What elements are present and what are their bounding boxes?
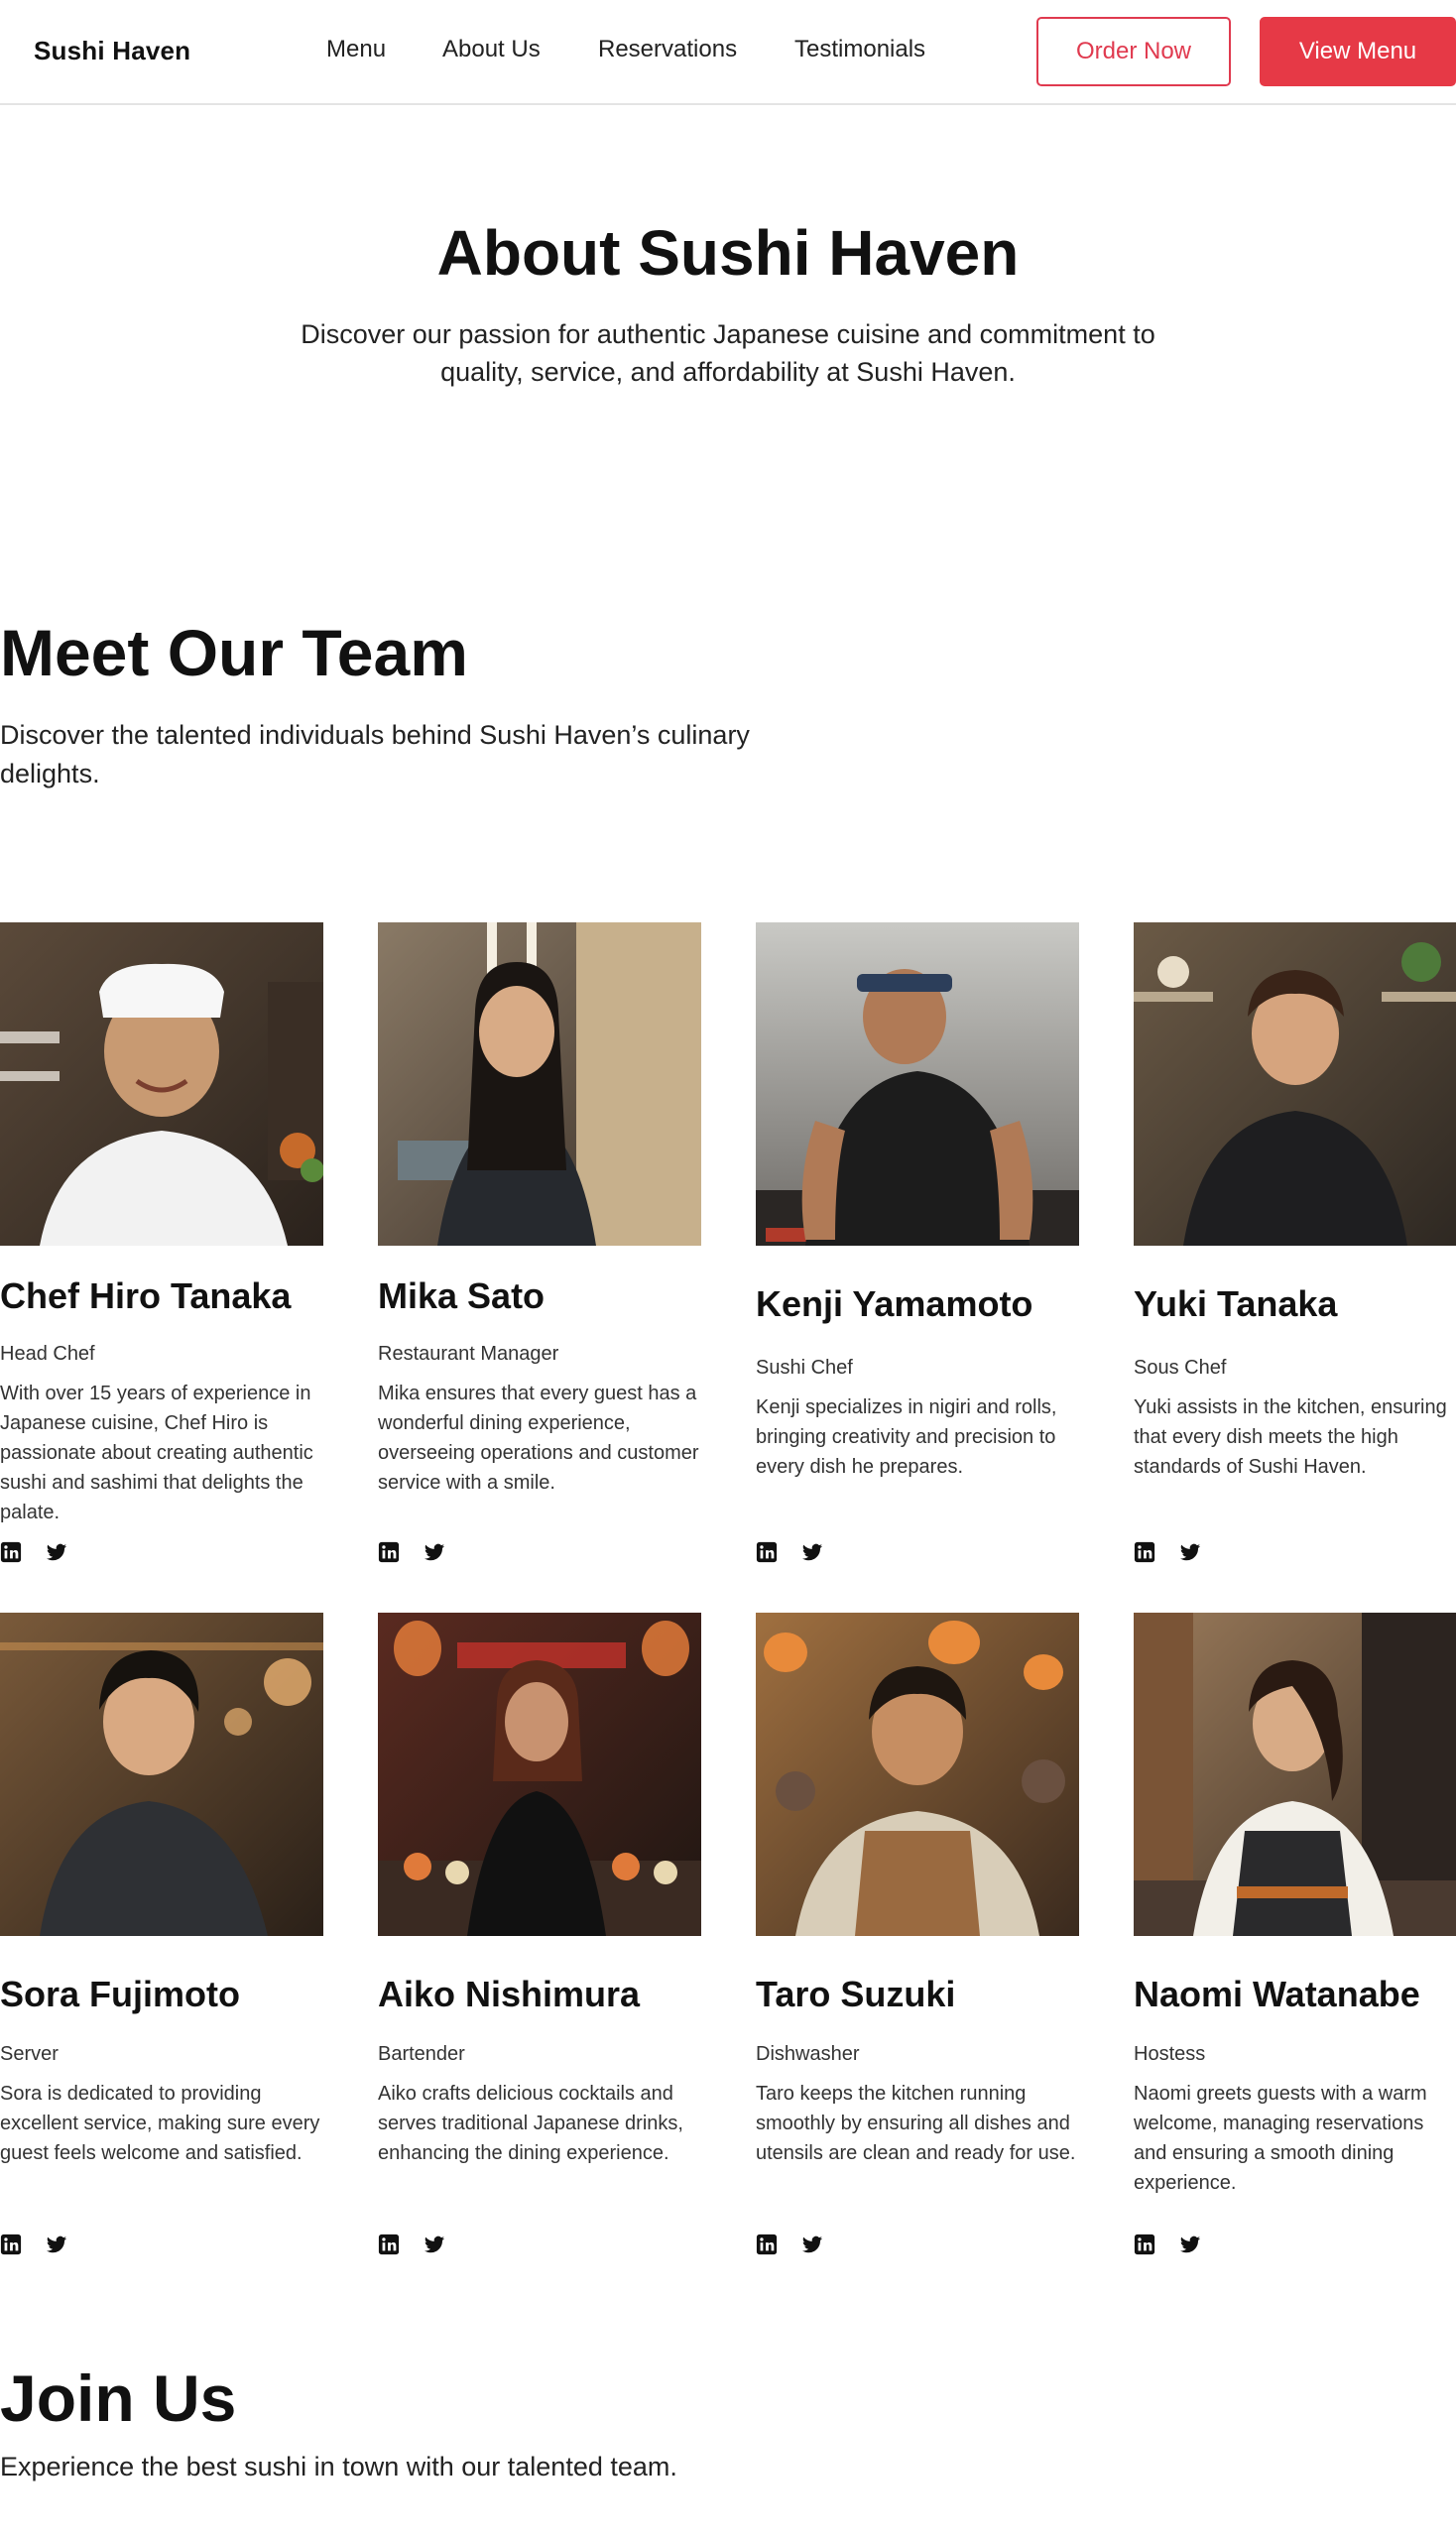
team-card-taro: Taro Suzuki Dishwasher Taro keeps the ki… xyxy=(756,1613,1079,2255)
team-card-aiko: Aiko Nishimura Bartender Aiko crafts del… xyxy=(378,1613,701,2255)
page-title: About Sushi Haven xyxy=(436,217,1020,289)
twitter-icon[interactable] xyxy=(801,1541,823,1563)
team-photo xyxy=(1134,1613,1456,1936)
nav-link-menu[interactable]: Menu xyxy=(326,36,386,63)
linkedin-icon[interactable] xyxy=(1134,2234,1155,2255)
hero-subtitle: Discover our passion for authentic Japan… xyxy=(301,319,1155,387)
linkedin-icon[interactable] xyxy=(0,1541,22,1563)
team-member-name: Chef Hiro Tanaka xyxy=(0,1275,292,1316)
team-member-bio: With over 15 years of experience in Japa… xyxy=(0,1383,313,1523)
join-section-title: Join Us xyxy=(0,2361,237,2435)
team-section-subtitle: Discover the talented individuals behind… xyxy=(0,720,750,788)
team-member-bio: Yuki assists in the kitchen, ensuring th… xyxy=(1134,1396,1447,1478)
join-section-subtitle: Experience the best sushi in town with o… xyxy=(0,2452,677,2481)
team-member-role: Sous Chef xyxy=(1134,1357,1227,1379)
team-card-hiro: Chef Hiro Tanaka Head Chef With over 15 … xyxy=(0,922,323,1563)
team-member-name: Mika Sato xyxy=(378,1275,546,1316)
site-logo[interactable]: Sushi Haven xyxy=(34,36,190,66)
view-menu-button[interactable]: View Menu xyxy=(1260,17,1456,86)
social-links xyxy=(0,1541,67,1563)
team-member-role: Head Chef xyxy=(0,1343,95,1365)
team-photo xyxy=(378,1613,701,1936)
social-links xyxy=(1134,1541,1201,1563)
social-links xyxy=(378,1541,445,1563)
team-photo xyxy=(1134,922,1456,1246)
linkedin-icon[interactable] xyxy=(0,2234,22,2255)
team-member-bio: Mika ensures that every guest has a wond… xyxy=(378,1383,699,1494)
team-card-naomi: Naomi Watanabe Hostess Naomi greets gues… xyxy=(1134,1613,1456,2255)
team-member-bio: Naomi greets guests with a warm welcome,… xyxy=(1134,2083,1427,2194)
team-member-bio: Taro keeps the kitchen running smoothly … xyxy=(756,2083,1076,2164)
top-navbar: Sushi Haven Menu About Us Reservations T… xyxy=(0,0,1456,105)
team-photo xyxy=(0,1613,323,1936)
team-member-bio: Kenji specializes in nigiri and rolls, b… xyxy=(756,1396,1057,1478)
linkedin-icon[interactable] xyxy=(756,1541,778,1563)
social-links xyxy=(378,2234,445,2255)
linkedin-icon[interactable] xyxy=(756,2234,778,2255)
team-member-name: Aiko Nishimura xyxy=(378,1974,641,2014)
team-member-name: Taro Suzuki xyxy=(756,1974,956,2014)
social-links xyxy=(1134,2234,1201,2255)
team-member-name: Naomi Watanabe xyxy=(1134,1974,1420,2014)
team-section-title: Meet Our Team xyxy=(0,616,468,689)
team-photo xyxy=(0,922,323,1246)
team-member-bio: Aiko crafts delicious cocktails and serv… xyxy=(378,2083,683,2164)
twitter-icon[interactable] xyxy=(46,2234,67,2255)
nav-link-testimonials[interactable]: Testimonials xyxy=(794,36,925,63)
twitter-icon[interactable] xyxy=(46,1541,67,1563)
linkedin-icon[interactable] xyxy=(378,2234,400,2255)
twitter-icon[interactable] xyxy=(801,2234,823,2255)
team-card-sora: Sora Fujimoto Server Sora is dedicated t… xyxy=(0,1613,323,2255)
team-member-bio: Sora is dedicated to providing excellent… xyxy=(0,2083,320,2164)
team-photo xyxy=(756,1613,1079,1936)
twitter-icon[interactable] xyxy=(1179,1541,1201,1563)
order-now-button[interactable]: Order Now xyxy=(1036,17,1231,86)
team-member-role: Server xyxy=(0,2043,59,2065)
linkedin-icon[interactable] xyxy=(1134,1541,1155,1563)
social-links xyxy=(0,2234,67,2255)
team-card-kenji: Kenji Yamamoto Sushi Chef Kenji speciali… xyxy=(756,922,1079,1563)
team-member-role: Bartender xyxy=(378,2043,465,2065)
team-member-role: Hostess xyxy=(1134,2043,1206,2065)
linkedin-icon[interactable] xyxy=(378,1541,400,1563)
nav-link-reservations[interactable]: Reservations xyxy=(598,36,737,63)
team-member-role: Restaurant Manager xyxy=(378,1343,559,1365)
twitter-icon[interactable] xyxy=(424,2234,445,2255)
team-card-yuki: Yuki Tanaka Sous Chef Yuki assists in th… xyxy=(1134,922,1456,1563)
twitter-icon[interactable] xyxy=(1179,2234,1201,2255)
twitter-icon[interactable] xyxy=(424,1541,445,1563)
team-photo xyxy=(378,922,701,1246)
team-member-name: Sora Fujimoto xyxy=(0,1974,240,2014)
team-photo xyxy=(756,922,1079,1246)
social-links xyxy=(756,2234,823,2255)
nav-link-about[interactable]: About Us xyxy=(442,36,541,63)
team-card-mika: Mika Sato Restaurant Manager Mika ensure… xyxy=(378,922,701,1563)
team-member-role: Dishwasher xyxy=(756,2043,860,2065)
team-member-name: Kenji Yamamoto xyxy=(756,1283,1033,1324)
team-member-name: Yuki Tanaka xyxy=(1134,1283,1338,1324)
social-links xyxy=(756,1541,823,1563)
team-member-role: Sushi Chef xyxy=(756,1357,853,1379)
